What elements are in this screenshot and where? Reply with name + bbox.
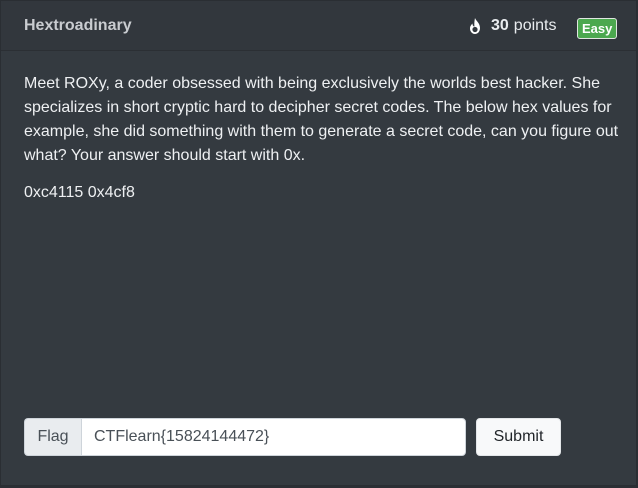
- points-display: 30 points: [467, 16, 557, 36]
- challenge-description: Meet ROXy, a coder obsessed with being e…: [24, 75, 619, 164]
- points-label: points: [513, 17, 557, 34]
- challenge-header: Hextroadinary 30 points Easy: [1, 1, 636, 51]
- submit-button[interactable]: Submit: [476, 418, 561, 456]
- flag-label: Flag: [24, 418, 81, 456]
- flag-form: Flag: [24, 418, 466, 456]
- hex-values: 0xc4115 0x4cf8: [24, 184, 135, 201]
- challenge-title: Hextroadinary: [24, 17, 132, 34]
- difficulty-badge: Easy: [577, 18, 618, 39]
- challenge-card: Hextroadinary 30 points Easy Meet ROXy, …: [0, 0, 637, 486]
- points-value: 30: [491, 17, 509, 34]
- flag-input[interactable]: [81, 418, 466, 456]
- fire-icon: [470, 18, 480, 34]
